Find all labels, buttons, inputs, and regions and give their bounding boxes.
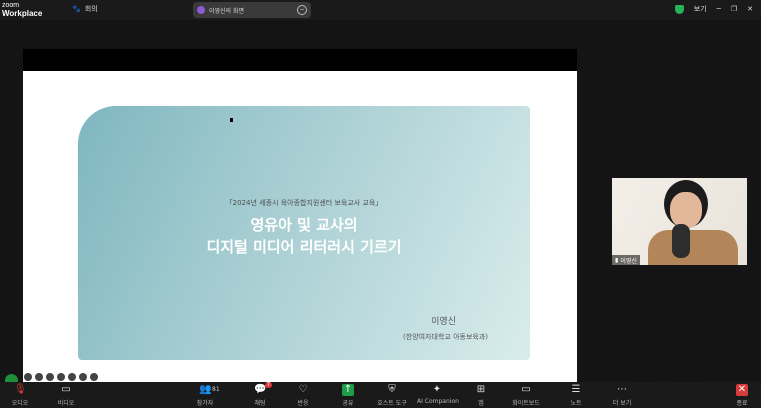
camera-icon: ▭ — [61, 384, 71, 395]
slide-title-line2: 디지털 미디어 리터러시 기르기 — [206, 238, 402, 256]
more-label: 더 보기 — [612, 400, 632, 407]
heart-icon: ♡ — [298, 384, 308, 395]
host-tools-button[interactable]: ⛨ 호스트 도구 — [372, 384, 412, 407]
participants-icon: 👥 — [199, 384, 212, 395]
view-button[interactable]: 보기 — [694, 4, 707, 14]
close-icon: ✕ — [736, 384, 748, 396]
chat-label: 채팅 — [254, 400, 266, 407]
mic-muted-icon: 🎙 — [14, 384, 27, 395]
prev-slide-icon[interactable] — [24, 373, 32, 381]
video-name-tag: ▮ 이영신 — [612, 255, 640, 265]
title-bar: zoom Workplace 🐾 회의 이영신의 화면 − 보기 ─ ❐ ✕ — [0, 0, 761, 20]
ai-label: AI Companion — [417, 398, 459, 405]
meetings-label: 회의 — [84, 5, 98, 13]
zoom-icon[interactable] — [68, 373, 76, 381]
window-controls: 보기 ─ ❐ ✕ — [674, 4, 753, 14]
signal-icon: ▮ — [615, 256, 619, 264]
whiteboard-label: 화이트보드 — [512, 400, 540, 407]
slide-title-line1: 영유아 및 교사의 — [250, 216, 358, 234]
participants-count: 81 — [212, 386, 220, 393]
logo-line2: Workplace — [2, 9, 43, 18]
sparkle-icon: ✦ — [432, 384, 442, 395]
speaker-name: 이영신 — [620, 257, 637, 265]
ai-companion-button[interactable]: ✦ AI Companion — [417, 384, 459, 405]
more-icon: ⋯ — [617, 384, 627, 395]
speaker-body — [648, 230, 738, 265]
shared-screen: 「2024년 세종시 육아종합지원센터 보육교사 교육」 영유아 및 교사의 디… — [0, 20, 761, 408]
minimize-icon[interactable]: ─ — [717, 5, 721, 13]
slide-title-card: 「2024년 세종시 육아종합지원센터 보육교사 교육」 영유아 및 교사의 디… — [78, 106, 530, 360]
slide-author: 이영신 — [431, 317, 456, 327]
audio-button[interactable]: 🎙 오디오 — [0, 384, 40, 407]
microphone-icon — [672, 224, 690, 258]
apps-button[interactable]: ⊞ 앱 — [461, 384, 501, 407]
zoom-logo: zoom Workplace — [2, 2, 42, 18]
end-button[interactable]: ✕ 종료 — [722, 384, 761, 407]
whiteboard-button[interactable]: ▭ 화이트보드 — [506, 384, 546, 407]
react-button[interactable]: ♡ 반응 — [283, 384, 323, 407]
next-slide-icon[interactable] — [90, 373, 98, 381]
chat-button[interactable]: 💬 7 채팅 — [240, 382, 280, 407]
slide-subtitle: 「2024년 세종시 육아종합지원센터 보육교사 교육」 — [225, 199, 383, 207]
grid-icon[interactable] — [57, 373, 65, 381]
slide-affiliation: (한양여자대학교 아동보육과) — [403, 333, 488, 341]
end-label: 종료 — [736, 400, 748, 407]
speaker-face — [670, 192, 702, 228]
slide-black-band — [23, 49, 577, 71]
paw-icon: 🐾 — [72, 5, 81, 13]
whiteboard-icon: ▭ — [521, 384, 531, 395]
share-button[interactable]: ↑ 공유 — [328, 384, 368, 407]
speaker-video-tile[interactable]: ▮ 이영신 — [612, 178, 747, 265]
share-label: 이영신의 화면 — [209, 7, 245, 15]
apps-label: 앱 — [478, 400, 484, 407]
notes-button[interactable]: ☰ 노트 — [556, 384, 596, 407]
more-icon[interactable] — [79, 373, 87, 381]
participants-label: 참가자 — [196, 400, 214, 407]
react-label: 반응 — [297, 400, 309, 407]
shield-icon[interactable] — [674, 4, 684, 14]
stop-share-icon[interactable]: − — [297, 5, 307, 15]
restore-icon[interactable]: ❐ — [731, 5, 737, 13]
close-icon[interactable]: ✕ — [747, 5, 753, 13]
avatar — [197, 6, 205, 14]
participants-button[interactable]: 👥 81 참가자 — [185, 384, 225, 407]
share-arrow-icon: ↑ — [342, 384, 354, 396]
mouse-cursor — [230, 118, 233, 122]
more-button[interactable]: ⋯ 더 보기 — [602, 384, 642, 407]
slide-toolbar — [24, 373, 98, 381]
search-icon[interactable] — [46, 373, 54, 381]
video-button[interactable]: ▭ 비디오 — [46, 384, 86, 407]
meeting-toolbar: 🎙 오디오 ▭ 비디오 👥 81 참가자 💬 7 채팅 ♡ 반응 ↑ 공유 ⛨ … — [0, 382, 761, 408]
share-label: 공유 — [342, 400, 354, 407]
notes-icon: ☰ — [571, 384, 581, 395]
shield-icon: ⛨ — [388, 384, 396, 395]
chat-badge: 7 — [264, 382, 272, 388]
video-label: 비디오 — [57, 400, 75, 407]
apps-icon: ⊞ — [476, 384, 486, 395]
pen-icon[interactable] — [35, 373, 43, 381]
notes-label: 노트 — [570, 400, 582, 407]
screen-share-indicator[interactable]: 이영신의 화면 − — [193, 2, 311, 18]
audio-label: 오디오 — [11, 400, 29, 407]
meetings-button[interactable]: 🐾 회의 — [72, 4, 98, 14]
host-tools-label: 호스트 도구 — [377, 400, 407, 407]
